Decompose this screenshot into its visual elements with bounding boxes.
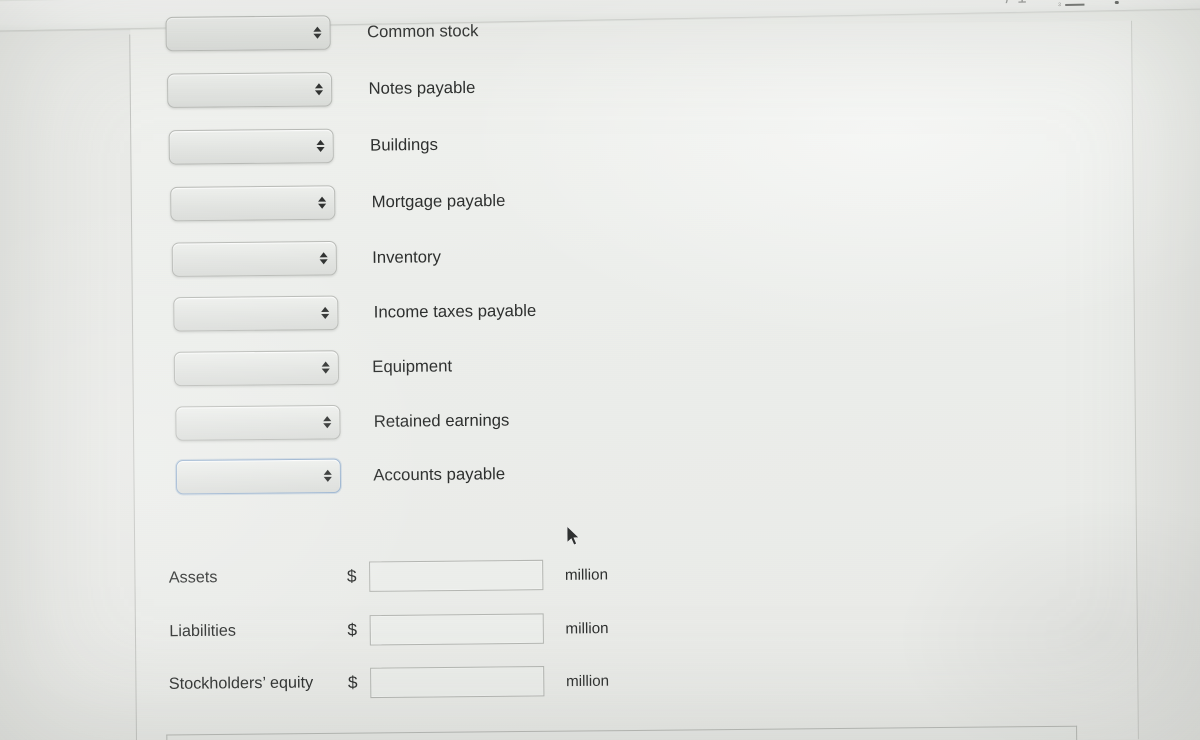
account-row: Common stock	[165, 14, 479, 52]
account-row: Notes payable	[167, 71, 475, 108]
select-spinner-icon	[323, 416, 332, 429]
unit-label-assets: million	[564, 565, 609, 584]
account-select-6[interactable]	[173, 350, 340, 387]
account-select-2[interactable]	[168, 128, 334, 165]
account-row: Inventory	[171, 240, 441, 277]
kebab-menu-icon[interactable]	[1108, 0, 1125, 7]
account-select-0[interactable]	[165, 15, 331, 52]
account-label-4: Inventory	[372, 247, 441, 267]
total-label-stockholders-equity: Stockholders’ equity	[168, 674, 314, 693]
total-row-liabilities: Liabilities $ million	[169, 613, 609, 648]
page-indicator: - / 1	[993, 0, 1028, 8]
stockholders-equity-amount-input[interactable]	[370, 666, 545, 699]
unit-label-liabilities: million	[565, 619, 609, 638]
account-row: Equipment	[173, 349, 453, 387]
account-row: Buildings	[168, 128, 438, 165]
select-spinner-icon	[314, 83, 324, 96]
account-label-3: Mortgage payable	[371, 191, 506, 211]
unit-label-stockholders-equity: million	[565, 672, 610, 690]
total-row-stockholders-equity: Stockholders’ equity $ million	[169, 665, 609, 700]
liabilities-amount-input[interactable]	[370, 613, 545, 646]
account-select-1[interactable]	[167, 71, 333, 108]
select-spinner-icon	[321, 361, 330, 374]
currency-symbol-liabilities: $	[347, 620, 358, 640]
select-spinner-icon	[313, 26, 322, 39]
account-label-8: Accounts payable	[373, 464, 506, 485]
screen-photo: - / 1 1 2 3 Common stock Notes payable B…	[0, 0, 1200, 740]
account-select-8[interactable]	[175, 458, 342, 495]
account-label-7: Retained earnings	[373, 410, 510, 431]
account-select-4[interactable]	[171, 240, 337, 277]
total-row-assets: Assets $ million	[169, 559, 608, 594]
account-row: Income taxes payable	[173, 294, 536, 332]
ordered-list-icon[interactable]: 1 2 3	[1058, 0, 1085, 8]
currency-symbol-stockholders-equity: $	[347, 672, 358, 693]
page-left-gutter	[0, 28, 138, 740]
account-row: Accounts payable	[175, 457, 506, 495]
account-row: Retained earnings	[175, 403, 509, 441]
assets-amount-input[interactable]	[369, 559, 544, 592]
currency-symbol-assets: $	[346, 566, 357, 586]
list-icon-number-3: 3	[1058, 1, 1062, 8]
account-row: Mortgage payable	[170, 184, 505, 222]
select-spinner-icon	[317, 196, 327, 209]
account-select-5[interactable]	[173, 295, 339, 332]
account-select-7[interactable]	[175, 404, 341, 441]
mouse-cursor	[567, 526, 580, 546]
account-label-1: Notes payable	[368, 78, 476, 98]
total-label-assets: Assets	[168, 568, 218, 587]
select-spinner-icon	[319, 252, 328, 265]
select-spinner-icon	[323, 469, 332, 482]
account-select-3[interactable]	[170, 185, 336, 222]
account-label-0: Common stock	[366, 21, 479, 41]
account-label-2: Buildings	[370, 135, 438, 155]
total-label-liabilities: Liabilities	[169, 622, 237, 641]
account-label-6: Equipment	[372, 356, 453, 376]
select-spinner-icon	[321, 306, 330, 320]
screen-content: - / 1 1 2 3 Common stock Notes payable B…	[0, 0, 1200, 740]
select-spinner-icon	[316, 139, 325, 153]
account-label-5: Income taxes payable	[373, 301, 537, 322]
